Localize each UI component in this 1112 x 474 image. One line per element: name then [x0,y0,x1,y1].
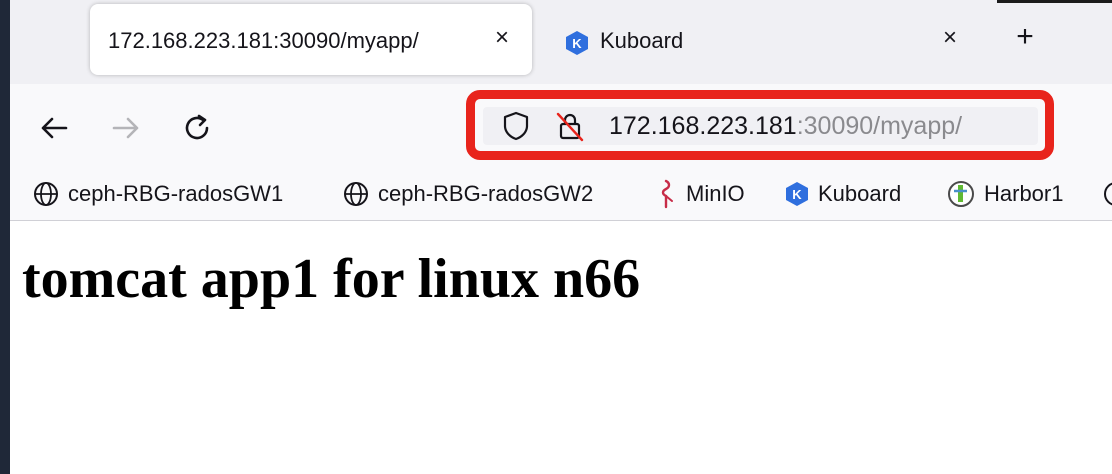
navigation-bar: 172.168.223.181:30090/myapp/ [10,84,1112,170]
bookmark-minio[interactable]: MinIO [654,178,745,210]
page-content: tomcat app1 for linux n66 [10,221,1112,474]
url-host: 172.168.223.181 [609,112,797,140]
tab-close-icon[interactable]: × [488,24,516,52]
tab-close-icon[interactable]: × [936,24,964,52]
url-path: :30090/myapp/ [796,112,963,140]
new-tab-button[interactable]: + [1010,22,1040,52]
address-bar[interactable]: 172.168.223.181:30090/myapp/ [483,107,1038,145]
bookmark-kuboard[interactable]: K Kuboard [784,178,901,210]
svg-text:K: K [572,36,582,51]
bookmark-label: ceph-RBG-radosGW2 [378,181,594,206]
url-text[interactable]: 172.168.223.181:30090/myapp/ [609,107,962,145]
kuboard-icon: K [786,182,808,206]
tab-myapp[interactable]: 172.168.223.181:30090/myapp/ × [90,4,532,75]
kuboard-icon: K [566,31,588,55]
svg-text:K: K [792,187,802,202]
bookmark-ceph-rbg-radosgw1[interactable]: ceph-RBG-radosGW1 [32,178,283,210]
window-edge [0,0,10,474]
window-edge-top [997,0,1112,3]
tab-kuboard[interactable]: K Kuboard × [550,4,970,75]
page-heading: tomcat app1 for linux n66 [22,248,641,310]
bookmark-ceph-rbg-radosgw2[interactable]: ceph-RBG-radosGW2 [342,178,593,210]
shield-icon[interactable] [499,109,533,143]
bookmark-label: MinIO [686,181,745,206]
reload-icon[interactable] [178,108,218,148]
tab-strip: 172.168.223.181:30090/myapp/ × K Kuboard… [10,0,1112,84]
tab-title: 172.168.223.181:30090/myapp/ [108,28,419,53]
bookmark-label: Kuboard [818,181,902,206]
insecure-lock-icon[interactable] [553,109,587,143]
minio-icon [661,179,673,209]
harbor-icon [948,181,974,207]
bookmarks-bar: ceph-RBG-radosGW1 ceph-RBG-radosGW2 MinI… [10,170,1112,221]
back-arrow-icon[interactable] [34,108,74,148]
bookmark-label: Harbor1 [984,181,1064,206]
bookmark-label: ceph-RBG-radosGW1 [68,181,284,206]
url-highlight-box: 172.168.223.181:30090/myapp/ [466,90,1054,160]
tab-title: Kuboard [600,28,684,53]
globe-icon [344,182,368,206]
browser-window: 172.168.223.181:30090/myapp/ × K Kuboard… [0,0,1112,474]
globe-icon [34,182,58,206]
forward-arrow-icon[interactable] [106,108,146,148]
globe-icon[interactable] [1102,180,1112,208]
bookmark-harbor1[interactable]: Harbor1 [946,178,1063,210]
